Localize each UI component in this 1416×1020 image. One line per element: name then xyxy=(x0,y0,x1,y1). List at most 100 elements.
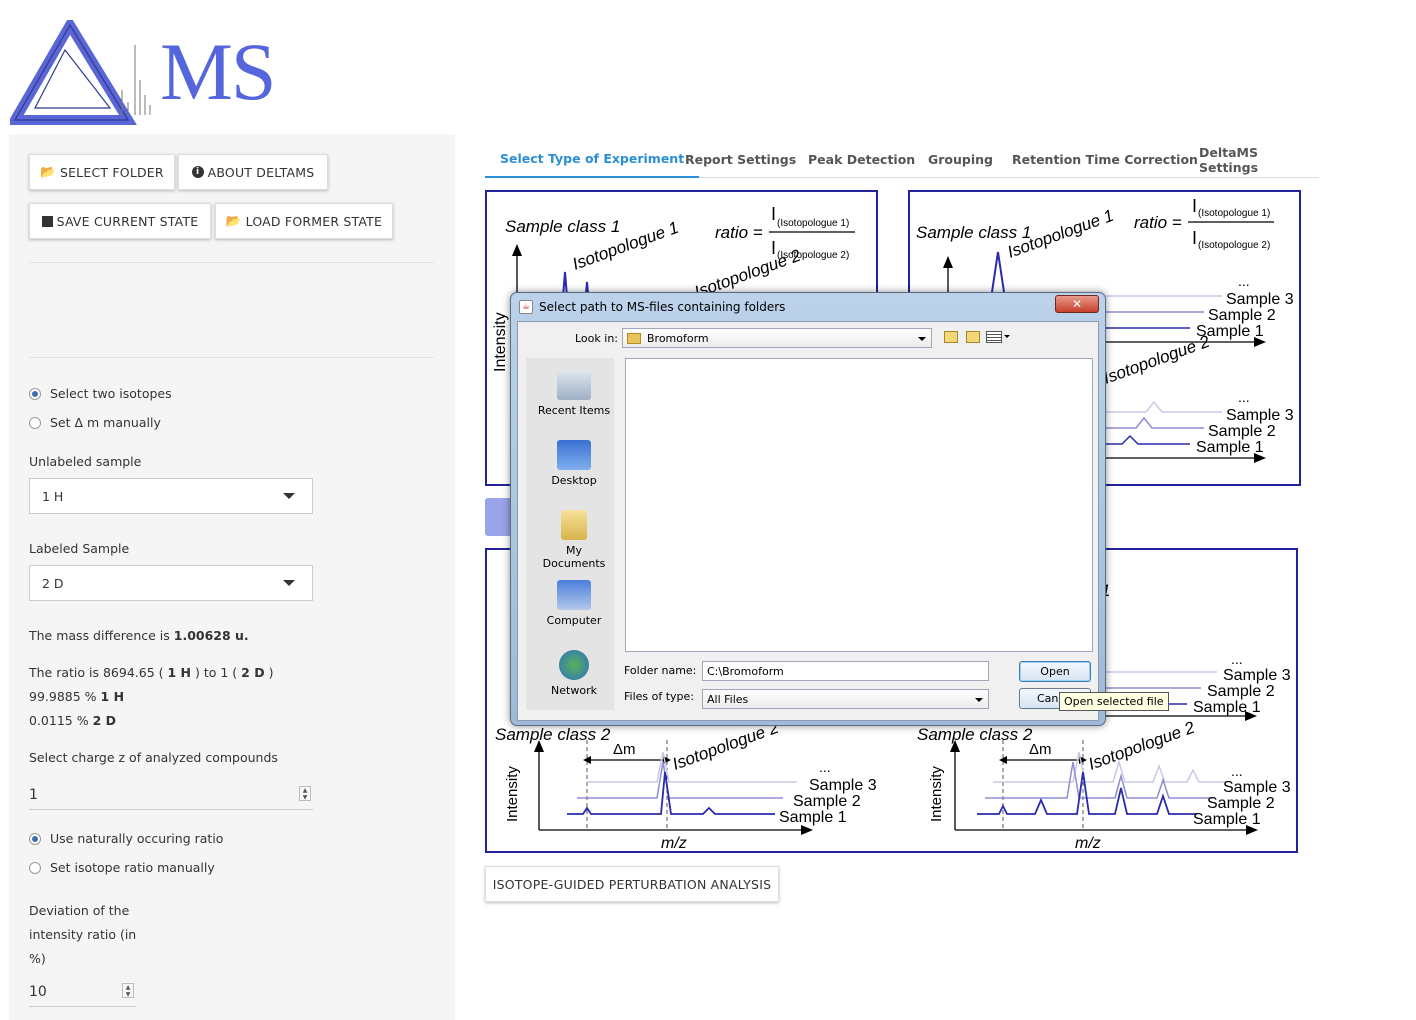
radio-label: Select two isotopes xyxy=(50,386,172,401)
save-icon xyxy=(41,215,53,227)
ratio-i: I xyxy=(771,204,776,224)
file-list[interactable] xyxy=(625,358,1093,652)
percent-2-iso: 2 D xyxy=(92,713,117,728)
divider xyxy=(29,357,434,358)
ratio-i: I xyxy=(1192,196,1197,216)
isotopologue-label: Isotopologue 2 xyxy=(1101,332,1213,388)
dialog-body: Look in: Bromoform Recent Items Desktop … xyxy=(517,321,1099,721)
percent-1-iso: 1 H xyxy=(100,689,125,704)
ratio-text-b: ) to 1 ( xyxy=(195,665,238,680)
deviation-input[interactable]: 10 ▲ ▼ xyxy=(29,977,136,1007)
tab-retention-time-correction[interactable]: Retention Time Correction xyxy=(1012,141,1198,178)
ratio-i: I xyxy=(1192,228,1197,248)
ellipsis: ... xyxy=(1238,389,1250,405)
charge-input[interactable]: 1 ▲ ▼ xyxy=(29,780,313,810)
unlabeled-sample-select[interactable]: 1 H xyxy=(29,478,313,514)
deviation-label-line: %) xyxy=(29,951,46,966)
recent-items-icon xyxy=(557,370,591,400)
place-label: Network xyxy=(551,684,597,697)
tab-peak-detection[interactable]: Peak Detection xyxy=(808,141,915,178)
radio-dot[interactable] xyxy=(29,861,41,874)
labeled-sample-value: 2 D xyxy=(42,575,64,591)
sidebar-panel: 📂 SELECT FOLDER i ABOUT DELTAMS SAVE CURRE… xyxy=(9,134,455,1020)
chevron-down-icon[interactable] xyxy=(1004,335,1010,338)
sample-label: Sample 1 xyxy=(1193,811,1261,828)
look-in-select[interactable]: Bromoform xyxy=(622,328,932,348)
radio-dot[interactable] xyxy=(29,832,41,845)
tab-bar: Select Type of Experiment Report Setting… xyxy=(485,141,1319,178)
divider xyxy=(29,262,434,263)
ratio-text-c: ) xyxy=(268,665,274,680)
delta-m-label: Δm xyxy=(613,741,636,758)
place-computer[interactable]: Computer xyxy=(536,580,612,627)
up-folder-icon[interactable] xyxy=(944,331,958,343)
new-folder-icon[interactable] xyxy=(966,331,980,343)
load-state-button[interactable]: 📂 LOAD FORMER STATE xyxy=(215,203,393,239)
delta-triangle-icon xyxy=(6,15,151,125)
place-desktop[interactable]: Desktop xyxy=(536,440,612,487)
radio-dot[interactable] xyxy=(29,416,41,429)
radio-use-natural-ratio[interactable]: Use naturally occuring ratio xyxy=(29,831,223,846)
sample-label: Sample 2 xyxy=(1208,423,1276,440)
save-state-label: SAVE CURRENT STATE xyxy=(56,213,199,229)
labeled-sample-label: Labeled Sample xyxy=(29,541,130,556)
spinner-icon[interactable]: ▲ ▼ xyxy=(122,983,134,998)
tab-deltams-settings[interactable]: DeltaMS Settings xyxy=(1199,141,1319,178)
folder-name-label: Folder name: xyxy=(624,664,697,677)
ratio-denominator: (Isotopologue 2) xyxy=(1198,240,1270,251)
charge-value: 1 xyxy=(29,786,38,803)
place-my-documents[interactable]: My Documents xyxy=(536,510,612,570)
open-button[interactable]: Open xyxy=(1019,661,1091,682)
deltams-logo: MS xyxy=(6,15,300,125)
deviation-value: 10 xyxy=(29,983,47,1000)
ratio-text: The ratio is 8694.65 ( 1 H ) to 1 ( 2 D … xyxy=(29,665,273,680)
desktop-icon xyxy=(557,440,591,470)
sample-label: Sample 3 xyxy=(1223,667,1291,684)
folder-open-icon: 📂 xyxy=(40,164,56,179)
sample-label: Sample 3 xyxy=(1223,779,1291,796)
sample-class-label: Sample class 1 xyxy=(505,217,620,236)
sample-class-label: Sample class 2 xyxy=(495,725,611,744)
places-bar: Recent Items Desktop My Documents Comput… xyxy=(526,358,614,710)
intensity-label: Intensity xyxy=(504,766,521,822)
files-of-type-label: Files of type: xyxy=(624,690,695,703)
sample-label: Sample 2 xyxy=(793,793,861,810)
place-label: Recent Items xyxy=(537,404,611,417)
tab-grouping[interactable]: Grouping xyxy=(928,141,993,178)
place-network[interactable]: Network xyxy=(536,650,612,697)
percent-line-1: 99.9885 % 1 H xyxy=(29,689,124,704)
sample-label: Sample 1 xyxy=(1196,439,1264,456)
radio-dot[interactable] xyxy=(29,387,41,400)
folder-name-input[interactable]: C:\Bromoform xyxy=(702,661,989,681)
mass-difference-value: 1.00628 u. xyxy=(173,628,249,643)
perturbation-analysis-button[interactable]: ISOTOPE-GUIDED PERTURBATION ANALYSIS xyxy=(485,866,779,902)
tab-report-settings[interactable]: Report Settings xyxy=(685,141,796,178)
sample-label: Sample 3 xyxy=(1226,291,1294,308)
radio-set-ratio-manually[interactable]: Set isotope ratio manually xyxy=(29,860,215,875)
sample-label: Sample 2 xyxy=(1207,795,1275,812)
place-recent-items[interactable]: Recent Items xyxy=(536,370,612,417)
labeled-sample-select[interactable]: 2 D xyxy=(29,565,313,601)
files-of-type-value: All Files xyxy=(707,692,749,706)
files-of-type-select[interactable]: All Files xyxy=(702,689,989,709)
close-icon[interactable]: ✕ xyxy=(1055,295,1099,313)
radio-select-two-isotopes[interactable]: Select two isotopes xyxy=(29,386,172,401)
save-state-button[interactable]: SAVE CURRENT STATE xyxy=(29,203,211,239)
tab-select-type-of-experiment[interactable]: Select Type of Experiment xyxy=(485,141,700,178)
select-folder-button[interactable]: 📂 SELECT FOLDER xyxy=(29,154,175,190)
radio-label: Set Δ m manually xyxy=(50,415,161,430)
sample-label: Sample 2 xyxy=(1207,683,1275,700)
deviation-label-line: intensity ratio (in xyxy=(29,927,137,942)
select-folder-label: SELECT FOLDER xyxy=(59,164,164,180)
spinner-icon[interactable]: ▲ ▼ xyxy=(299,786,311,801)
caret-down-icon xyxy=(283,580,295,586)
about-deltams-button[interactable]: i ABOUT DELTAMS xyxy=(178,154,328,190)
ellipsis: ... xyxy=(819,759,831,775)
place-label: Computer xyxy=(546,614,602,627)
dialog-title: Select path to MS-files containing folde… xyxy=(539,300,786,314)
view-menu-icon[interactable] xyxy=(986,331,1002,343)
folder-icon xyxy=(627,332,641,344)
info-icon: i xyxy=(191,166,204,178)
ratio-numerator: (Isotopologue 1) xyxy=(1198,208,1270,219)
radio-set-delta-m-manually[interactable]: Set Δ m manually xyxy=(29,415,161,430)
